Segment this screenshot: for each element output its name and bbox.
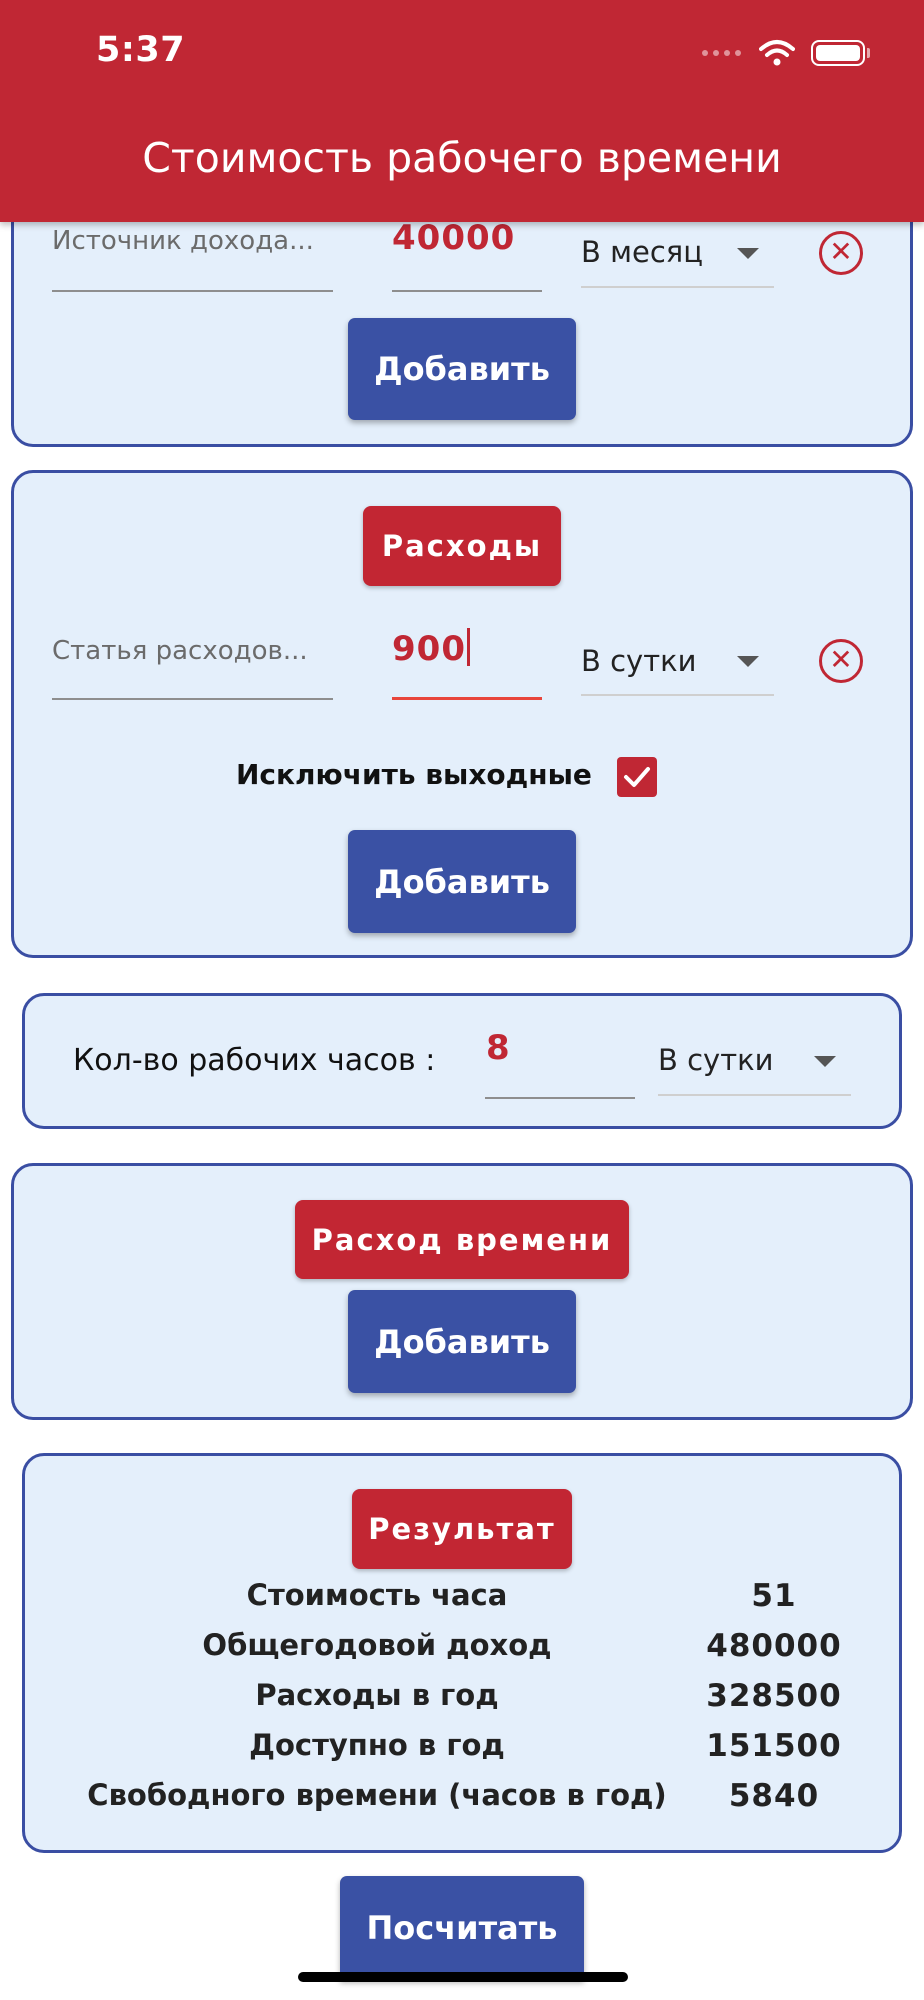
signal-icon — [702, 50, 741, 56]
income-source-underline — [52, 290, 333, 292]
result-label: Стоимость часа — [246, 1578, 508, 1612]
wifi-icon — [759, 40, 795, 66]
result-label: Доступно в год — [249, 1728, 505, 1762]
work-hours-label: Кол-во рабочих часов : — [73, 1043, 436, 1078]
chevron-down-icon[interactable] — [814, 1056, 836, 1067]
home-indicator[interactable] — [298, 1972, 628, 1982]
income-source-input[interactable]: Источник дохода... — [52, 226, 314, 256]
time-spend-title: Расход времени — [295, 1200, 629, 1279]
expense-amount-value: 900 — [392, 629, 466, 669]
expense-amount-input[interactable]: 900 — [392, 628, 470, 669]
income-amount-underline — [392, 290, 542, 292]
result-row: Свободного времени (часов в год) 5840 — [0, 1778, 924, 1822]
work-hours-input[interactable]: 8 — [486, 1028, 511, 1068]
result-value: 480000 — [706, 1628, 842, 1664]
text-caret — [466, 628, 470, 666]
income-amount-input[interactable]: 40000 — [392, 218, 515, 258]
result-label: Свободного времени (часов в год) — [87, 1778, 667, 1812]
page-title: Стоимость рабочего времени — [142, 134, 782, 182]
expense-period-underline — [581, 694, 774, 696]
result-title: Результат — [352, 1489, 572, 1569]
result-row: Доступно в год 151500 — [0, 1728, 924, 1772]
result-value: 5840 — [728, 1778, 820, 1814]
calculate-button[interactable]: Посчитать — [340, 1876, 584, 1980]
x-circle-icon[interactable]: ✕ — [819, 639, 863, 683]
income-period-dropdown[interactable]: В месяц — [581, 235, 703, 269]
result-row: Общегодовой доход 480000 — [0, 1628, 924, 1672]
result-value: 151500 — [706, 1728, 842, 1764]
chevron-down-icon[interactable] — [737, 248, 759, 259]
result-value: 51 — [751, 1578, 797, 1614]
exclude-weekends-checkbox[interactable] — [617, 757, 657, 797]
expenses-add-button[interactable]: Добавить — [348, 830, 576, 933]
status-icons — [702, 38, 870, 68]
x-circle-icon[interactable]: ✕ — [819, 231, 863, 275]
result-label: Расходы в год — [255, 1678, 499, 1712]
battery-icon — [811, 40, 865, 66]
app-header: 5:37 Стоимость рабочего времени — [0, 0, 924, 222]
app-screen: Источник дохода... 40000 В месяц ✕ Добав… — [0, 0, 924, 2000]
result-value: 328500 — [706, 1678, 842, 1714]
expenses-title: Расходы — [363, 506, 561, 586]
expense-period-dropdown[interactable]: В сутки — [581, 644, 696, 678]
income-add-button[interactable]: Добавить — [348, 318, 576, 420]
time-spend-add-button[interactable]: Добавить — [348, 1290, 576, 1393]
expense-amount-underline — [392, 697, 542, 700]
exclude-weekends-label: Исключить выходные — [236, 758, 592, 791]
result-label: Общегодовой доход — [202, 1628, 552, 1662]
work-hours-period-underline — [658, 1094, 851, 1096]
expense-item-input[interactable]: Статья расходов... — [52, 636, 308, 666]
work-hours-underline — [485, 1097, 635, 1099]
chevron-down-icon[interactable] — [737, 656, 759, 667]
result-row: Стоимость часа 51 — [0, 1578, 924, 1622]
income-period-underline — [581, 286, 774, 288]
checkmark-icon — [624, 767, 650, 787]
result-row: Расходы в год 328500 — [0, 1678, 924, 1722]
work-hours-period-dropdown[interactable]: В сутки — [658, 1043, 773, 1077]
expense-item-underline — [52, 698, 333, 700]
battery-tip — [867, 48, 870, 58]
status-time: 5:37 — [96, 30, 186, 70]
